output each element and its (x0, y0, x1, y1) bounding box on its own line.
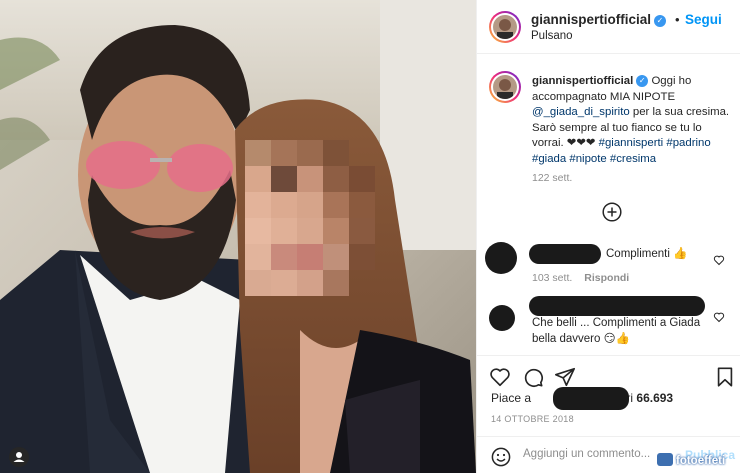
bookmark-icon[interactable] (714, 366, 736, 388)
likes-user-redacted (553, 387, 629, 410)
heart-icon[interactable] (489, 366, 511, 388)
comment-1-reply-button[interactable]: Rispondi (584, 272, 629, 284)
user-tag-icon[interactable] (9, 447, 29, 467)
post-location[interactable]: Pulsano (531, 30, 573, 42)
header-separator: • (675, 12, 680, 27)
comment-2-username-redacted (529, 296, 705, 316)
paper-plane-icon[interactable] (554, 366, 576, 388)
post-caption: giannispertiofficial ✓ Oggi ho accompagna… (532, 74, 732, 168)
caption-mention[interactable]: @_giada_di_spirito (532, 106, 630, 118)
comment-1-heart-icon[interactable] (713, 253, 725, 266)
comment-1-text: Complimenti 👍 (606, 248, 688, 260)
add-comment-input[interactable]: Aggiungi un commento... (523, 448, 650, 460)
watermark-text: fotoeffeti (676, 455, 726, 467)
comment-bubble-icon[interactable] (522, 366, 544, 388)
post-author-username[interactable]: giannispertiofficial ✓ (531, 12, 667, 27)
post-photo-image (0, 0, 476, 473)
watermark-logo: fotoeffeti (657, 453, 725, 473)
comment-1-meta: 103 sett. Rispondi (532, 272, 629, 284)
comment-1-time[interactable]: 103 sett. (532, 272, 572, 284)
likes-prefix: Piace a (491, 391, 532, 405)
comment-2-text: Che belli ... Complimenti a Giada bella … (532, 317, 701, 345)
comment-2-heart-icon[interactable] (713, 310, 725, 323)
verified-badge-icon: ✓ (654, 15, 667, 27)
comment-2-avatar[interactable] (489, 305, 515, 331)
post-header: giannispertiofficial ✓ • Segui Pulsano (477, 0, 740, 54)
emoji-icon[interactable] (491, 447, 511, 467)
caption-timestamp[interactable]: 122 sett. (532, 172, 572, 184)
comment-1-username-redacted (529, 244, 601, 264)
username-text[interactable]: giannispertiofficial (531, 12, 651, 27)
post-photo[interactable] (0, 0, 476, 473)
caption-avatar[interactable] (491, 73, 519, 101)
follow-button[interactable]: Segui (685, 12, 722, 27)
verified-badge-icon: ✓ (636, 75, 649, 87)
caption-author[interactable]: giannispertiofficial (532, 75, 633, 87)
caption-hashtags-1[interactable]: #giannisperti (599, 137, 664, 149)
avatar[interactable] (491, 13, 519, 41)
likes-count[interactable]: 66.693 (636, 391, 673, 405)
plus-circle-icon[interactable] (602, 202, 622, 222)
post-side-panel: giannispertiofficial ✓ • Segui Pulsano gi… (476, 0, 740, 473)
comment-1-avatar[interactable] (485, 242, 517, 274)
post-date[interactable]: 14 OTTOBRE 2018 (491, 414, 574, 424)
camera-icon (657, 453, 673, 466)
